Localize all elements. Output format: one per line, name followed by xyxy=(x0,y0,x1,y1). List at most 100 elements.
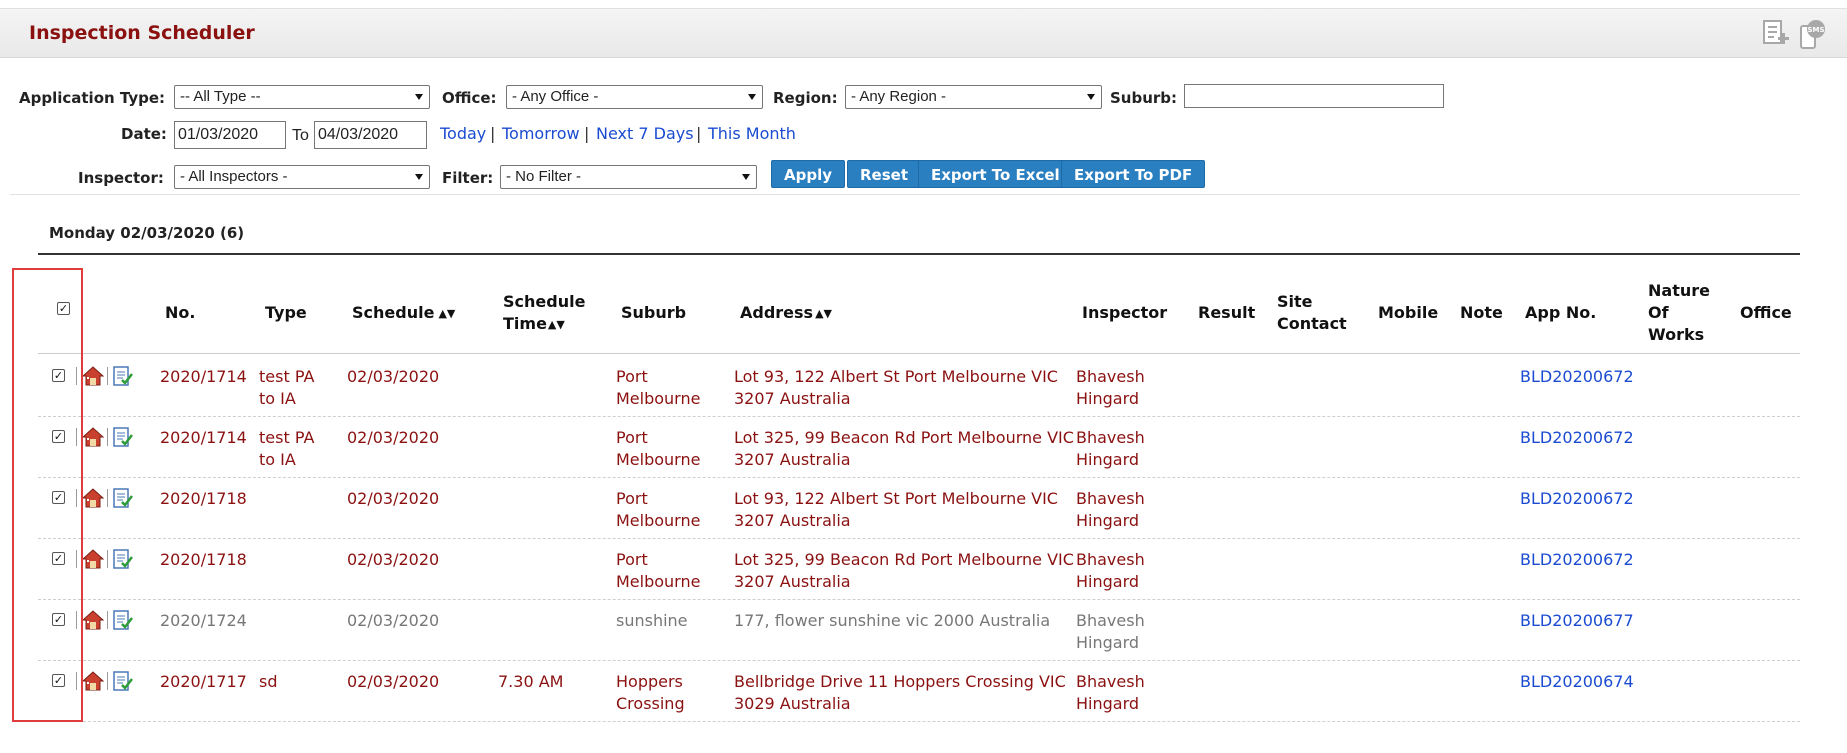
date-label: Date: xyxy=(121,125,167,143)
link-separator: | xyxy=(584,124,590,143)
cell-no: 2020/1718 xyxy=(160,550,247,569)
edit-document-icon[interactable] xyxy=(112,487,134,509)
apply-button[interactable]: Apply xyxy=(771,160,846,188)
edit-document-icon[interactable] xyxy=(112,609,134,631)
divider xyxy=(10,194,1800,195)
date-to-input[interactable]: 04/03/2020 xyxy=(314,121,427,149)
cell-app-no[interactable]: BLD20200672 xyxy=(1520,488,1634,510)
reset-button[interactable]: Reset xyxy=(847,160,921,188)
cell-inspector: Bhavesh xyxy=(1076,550,1145,569)
cell-app-no[interactable]: BLD20200672 xyxy=(1520,366,1634,388)
col-header-nature-line2: Of xyxy=(1648,303,1669,322)
cell-suburb: Melbourne xyxy=(616,572,701,591)
sms-icon[interactable]: SMS xyxy=(1797,18,1827,50)
filter-select[interactable]: - No Filter - xyxy=(500,165,757,189)
cell-no: 2020/1714 xyxy=(160,428,247,447)
inspector-select[interactable]: - All Inspectors - xyxy=(174,165,430,189)
row-divider xyxy=(38,660,1800,661)
cell-schedule: 02/03/2020 xyxy=(347,489,440,508)
quick-link-today[interactable]: Today xyxy=(440,124,486,143)
quick-link-this-month[interactable]: This Month xyxy=(708,124,796,143)
quick-link-tomorrow[interactable]: Tomorrow xyxy=(502,124,580,143)
cell-inspector: Bhavesh xyxy=(1076,611,1145,630)
col-header-mobile: Mobile xyxy=(1378,303,1439,322)
cell-address: 3207 Australia xyxy=(734,511,851,530)
col-header-address[interactable]: Address ▲▼ xyxy=(740,302,832,325)
suburb-input[interactable] xyxy=(1184,84,1444,108)
cell-type: to IA xyxy=(259,450,296,469)
application-type-label: Application Type: xyxy=(19,89,166,107)
cell-app-no[interactable]: BLD20200677 xyxy=(1520,610,1634,632)
date-from-input[interactable]: 01/03/2020 xyxy=(174,121,286,149)
page-title: Inspection Scheduler xyxy=(29,22,255,44)
cell-address: Lot 325, 99 Beacon Rd Port Melbourne VIC xyxy=(734,550,1074,569)
quick-link-next-7-days[interactable]: Next 7 Days xyxy=(596,124,694,143)
col-header-nature-line3: Works xyxy=(1648,325,1705,344)
icon-separator xyxy=(107,489,108,507)
office-label: Office: xyxy=(442,89,497,107)
export-pdf-button[interactable]: Export To PDF xyxy=(1061,160,1206,188)
cell-no: 2020/1724 xyxy=(160,611,247,630)
cell-type: sd xyxy=(259,672,278,691)
cell-inspector: Bhavesh xyxy=(1076,672,1145,691)
application-type-select[interactable]: -- All Type -- xyxy=(174,85,430,109)
office-select[interactable]: - Any Office - xyxy=(506,85,763,109)
icon-separator xyxy=(107,550,108,568)
export-excel-button[interactable]: Export To Excel xyxy=(918,160,1073,188)
region-select[interactable]: - Any Region - xyxy=(845,85,1102,109)
cell-inspector: Hingard xyxy=(1076,511,1140,530)
add-document-icon[interactable] xyxy=(1761,18,1791,50)
sort-icon: ▲▼ xyxy=(438,307,456,320)
cell-address: Lot 93, 122 Albert St Port Melbourne VIC xyxy=(734,367,1058,386)
cell-address: 3207 Australia xyxy=(734,389,851,408)
col-header-site-contact-line2: Contact xyxy=(1277,314,1347,333)
cell-schedule: 02/03/2020 xyxy=(347,611,440,630)
col-header-office: Office xyxy=(1740,303,1792,322)
to-label: To xyxy=(292,127,309,144)
cell-inspector: Hingard xyxy=(1076,633,1140,652)
house-icon[interactable] xyxy=(81,610,105,630)
house-icon[interactable] xyxy=(81,366,105,386)
cell-address: 3029 Australia xyxy=(734,694,851,713)
header-divider xyxy=(38,353,1800,354)
col-header-suburb: Suburb xyxy=(621,303,687,322)
col-header-schedule-time-line1: Schedule xyxy=(503,292,586,311)
cell-no: 2020/1718 xyxy=(160,489,247,508)
cell-app-no[interactable]: BLD20200674 xyxy=(1520,671,1634,693)
house-icon[interactable] xyxy=(81,549,105,569)
cell-suburb: sunshine xyxy=(616,611,688,630)
edit-document-icon[interactable] xyxy=(112,365,134,387)
col-header-schedule[interactable]: Schedule ▲▼ xyxy=(352,302,455,325)
cell-suburb: Port xyxy=(616,489,648,508)
cell-address: Lot 93, 122 Albert St Port Melbourne VIC xyxy=(734,489,1058,508)
cell-no: 2020/1714 xyxy=(160,367,247,386)
row-divider xyxy=(38,599,1800,600)
col-header-schedule-time[interactable]: Time▲▼ xyxy=(503,313,565,336)
cell-schedule: 02/03/2020 xyxy=(347,672,440,691)
row-divider xyxy=(38,416,1800,417)
row-divider xyxy=(38,721,1800,722)
cell-app-no[interactable]: BLD20200672 xyxy=(1520,427,1634,449)
col-header-no: No. xyxy=(165,303,196,322)
cell-suburb: Hoppers xyxy=(616,672,683,691)
cell-suburb: Melbourne xyxy=(616,389,701,408)
house-icon[interactable] xyxy=(81,488,105,508)
title-icons: SMS xyxy=(1761,18,1827,50)
cell-suburb: Crossing xyxy=(616,694,685,713)
sort-icon: ▲▼ xyxy=(547,318,565,331)
highlight-box xyxy=(12,268,83,722)
col-header-note: Note xyxy=(1460,303,1503,322)
edit-document-icon[interactable] xyxy=(112,670,134,692)
cell-app-no[interactable]: BLD20200672 xyxy=(1520,549,1634,571)
icon-separator xyxy=(107,367,108,385)
sort-icon: ▲▼ xyxy=(815,307,832,320)
cell-suburb: Melbourne xyxy=(616,511,701,530)
cell-schedule: 02/03/2020 xyxy=(347,367,440,386)
edit-document-icon[interactable] xyxy=(112,426,134,448)
edit-document-icon[interactable] xyxy=(112,548,134,570)
house-icon[interactable] xyxy=(81,671,105,691)
house-icon[interactable] xyxy=(81,427,105,447)
cell-address: 3207 Australia xyxy=(734,572,851,591)
cell-suburb: Port xyxy=(616,550,648,569)
col-header-schedule-label: Schedule xyxy=(352,303,435,322)
